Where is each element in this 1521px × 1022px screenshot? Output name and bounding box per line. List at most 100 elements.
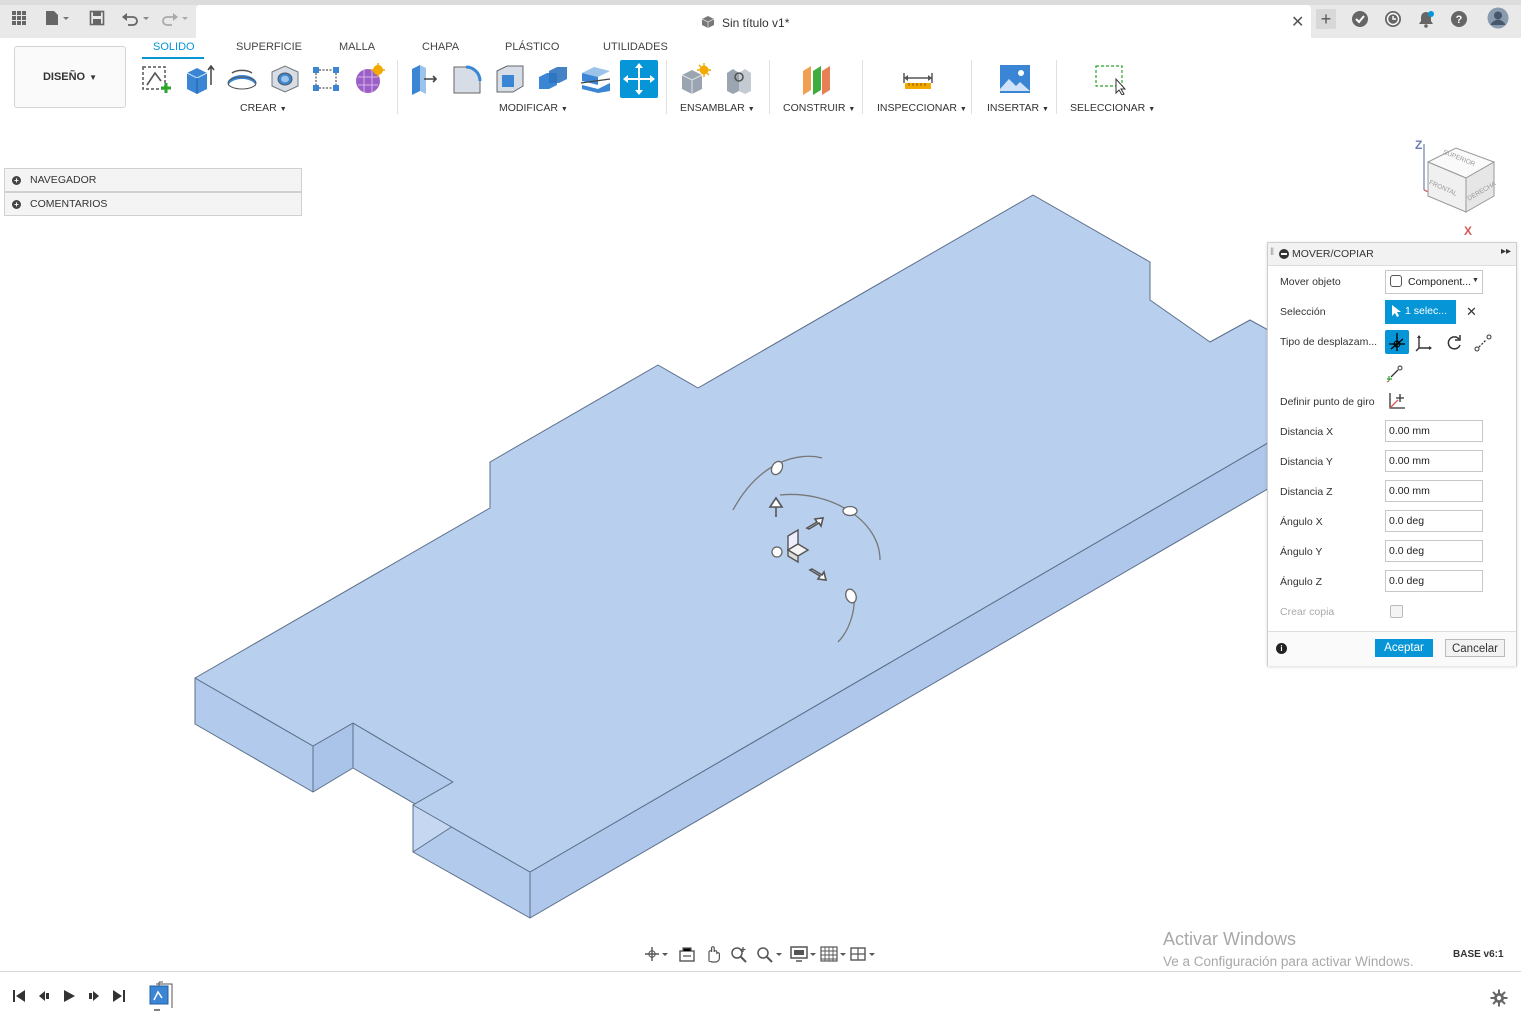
grid-settings-icon[interactable] — [820, 945, 848, 966]
fit-zoom-icon[interactable] — [756, 945, 784, 966]
combine-icon[interactable] — [537, 63, 569, 95]
info-icon[interactable]: i — [1276, 643, 1287, 654]
move-copy-icon[interactable] — [620, 60, 658, 98]
tab-plastico[interactable]: PLÁSTICO — [505, 41, 559, 53]
point-to-position-icon[interactable] — [1385, 363, 1405, 386]
set-pivot-icon[interactable] — [1387, 391, 1407, 414]
play-icon[interactable] — [62, 989, 76, 1006]
group-divider — [397, 60, 398, 114]
angle-z-input[interactable]: 0.0 deg — [1385, 570, 1483, 592]
clock-icon[interactable] — [1384, 10, 1402, 32]
look-at-icon[interactable] — [678, 945, 696, 966]
group-seleccionar[interactable]: SELECCIONAR ▼ — [1070, 102, 1155, 114]
cancel-button[interactable]: Cancelar — [1445, 639, 1505, 657]
browser-comments[interactable]: + COMENTARIOS — [4, 192, 302, 216]
group-insertar[interactable]: INSERTAR ▼ — [987, 102, 1049, 114]
go-to-start-icon[interactable] — [12, 989, 26, 1006]
insert-image-icon[interactable] — [999, 63, 1031, 95]
revolve-icon[interactable] — [226, 63, 258, 95]
help-icon[interactable]: ? — [1450, 10, 1468, 32]
apps-grid-icon[interactable] — [11, 10, 27, 30]
browser-navigator[interactable]: + NAVEGADOR — [4, 168, 302, 192]
tab-solido[interactable]: SOLIDO — [153, 41, 195, 53]
chevron-down-icon: ▼ — [279, 106, 287, 113]
timeline-bar — [0, 971, 1521, 1022]
user-avatar[interactable] — [1487, 7, 1509, 33]
group-divider — [666, 60, 667, 114]
timeline-feature-sketch-icon[interactable] — [144, 980, 176, 1015]
group-crear[interactable]: CREAR ▼ — [240, 102, 287, 114]
pan-hand-icon[interactable] — [704, 945, 722, 966]
collapse-minus-icon[interactable] — [1279, 249, 1289, 259]
group-inspeccionar[interactable]: INSPECCIONAR ▼ — [877, 102, 967, 114]
angle-y-input[interactable]: 0.0 deg — [1385, 540, 1483, 562]
point-to-point-icon[interactable] — [1473, 333, 1493, 356]
navigation-bar — [640, 942, 880, 966]
split-body-icon[interactable] — [580, 63, 612, 95]
select-window-icon[interactable] — [1094, 63, 1127, 96]
step-forward-icon[interactable] — [87, 989, 101, 1006]
expand-plus-icon[interactable]: + — [12, 199, 21, 209]
create-sketch-icon[interactable] — [140, 63, 172, 95]
clear-selection-icon[interactable]: ✕ — [1466, 304, 1477, 320]
pattern-icon[interactable] — [311, 63, 343, 95]
zoom-icon[interactable] — [730, 945, 748, 966]
display-settings-icon[interactable] — [790, 945, 818, 966]
chevron-down-icon: ▼ — [1042, 106, 1049, 113]
close-tab-icon[interactable]: ✕ — [1291, 12, 1304, 32]
redo-icon[interactable] — [161, 10, 191, 30]
distance-z-input[interactable]: 0.00 mm — [1385, 480, 1483, 502]
save-icon[interactable] — [89, 10, 105, 30]
expand-panel-icon[interactable]: ▸▸ — [1501, 246, 1511, 257]
tab-utilidades[interactable]: UTILIDADES — [603, 41, 668, 53]
tab-malla[interactable]: MALLA — [339, 41, 375, 53]
dialog-title: MOVER/COPIAR — [1292, 248, 1374, 260]
axis-z-label: Z — [1415, 138, 1423, 152]
tab-superficie[interactable]: SUPERFICIE — [236, 41, 302, 53]
create-form-icon[interactable] — [353, 63, 385, 95]
dialog-header[interactable]: ‖ MOVER/COPIAR ▸▸ — [1268, 243, 1516, 266]
group-ensamblar[interactable]: ENSAMBLAR ▼ — [680, 102, 755, 114]
new-component-icon[interactable] — [679, 63, 711, 95]
view-cube[interactable]: Z X SUPERIOR FRONTAL DERECHA — [1410, 138, 1505, 240]
step-back-icon[interactable] — [37, 989, 51, 1006]
notifications-icon[interactable] — [1417, 10, 1435, 32]
file-icon[interactable] — [44, 10, 70, 30]
move-object-select[interactable]: Component... ▼ — [1385, 270, 1483, 294]
joint-icon[interactable] — [723, 63, 755, 95]
angle-x-input[interactable]: 0.0 deg — [1385, 510, 1483, 532]
workspace-switcher[interactable]: DISEÑO ▼ — [14, 46, 126, 108]
create-copy-checkbox[interactable] — [1390, 605, 1403, 618]
drag-handle-icon[interactable]: ‖ — [1270, 247, 1274, 258]
new-tab-icon[interactable]: + — [1316, 9, 1336, 29]
free-move-icon[interactable] — [1385, 330, 1409, 354]
shell-icon[interactable] — [494, 63, 526, 95]
angle-z-label: Ángulo Z — [1280, 576, 1323, 588]
move-object-label: Mover objeto — [1280, 276, 1341, 288]
undo-icon[interactable] — [121, 10, 151, 30]
cursor-arrow-icon — [1391, 304, 1401, 321]
group-modificar[interactable]: MODIFICAR ▼ — [499, 102, 568, 114]
timeline-settings-gear-icon[interactable] — [1490, 989, 1508, 1010]
go-to-end-icon[interactable] — [112, 989, 126, 1006]
group-construir[interactable]: CONSTRUIR ▼ — [783, 102, 855, 114]
expand-plus-icon[interactable]: + — [12, 175, 21, 185]
tab-chapa[interactable]: CHAPA — [422, 41, 459, 53]
press-pull-icon[interactable] — [408, 63, 440, 95]
distance-y-input[interactable]: 0.00 mm — [1385, 450, 1483, 472]
selection-button[interactable]: 1 selec... — [1385, 300, 1456, 324]
job-status-icon[interactable] — [1351, 10, 1369, 32]
fillet-icon[interactable] — [451, 63, 483, 95]
offset-plane-icon[interactable] — [800, 63, 832, 95]
component-icon — [701, 15, 715, 32]
translate-icon[interactable] — [1414, 333, 1434, 356]
ok-button[interactable]: Aceptar — [1375, 639, 1433, 657]
distance-x-input[interactable]: 0.00 mm — [1385, 420, 1483, 442]
hole-icon[interactable] — [269, 63, 301, 95]
viewports-icon[interactable] — [850, 945, 878, 966]
rotate-icon[interactable] — [1444, 333, 1464, 356]
orbit-icon[interactable] — [644, 945, 668, 966]
measure-icon[interactable] — [902, 63, 934, 95]
extrude-icon[interactable] — [183, 63, 215, 95]
document-tab[interactable]: Sin título v1* ✕ — [196, 5, 1311, 38]
